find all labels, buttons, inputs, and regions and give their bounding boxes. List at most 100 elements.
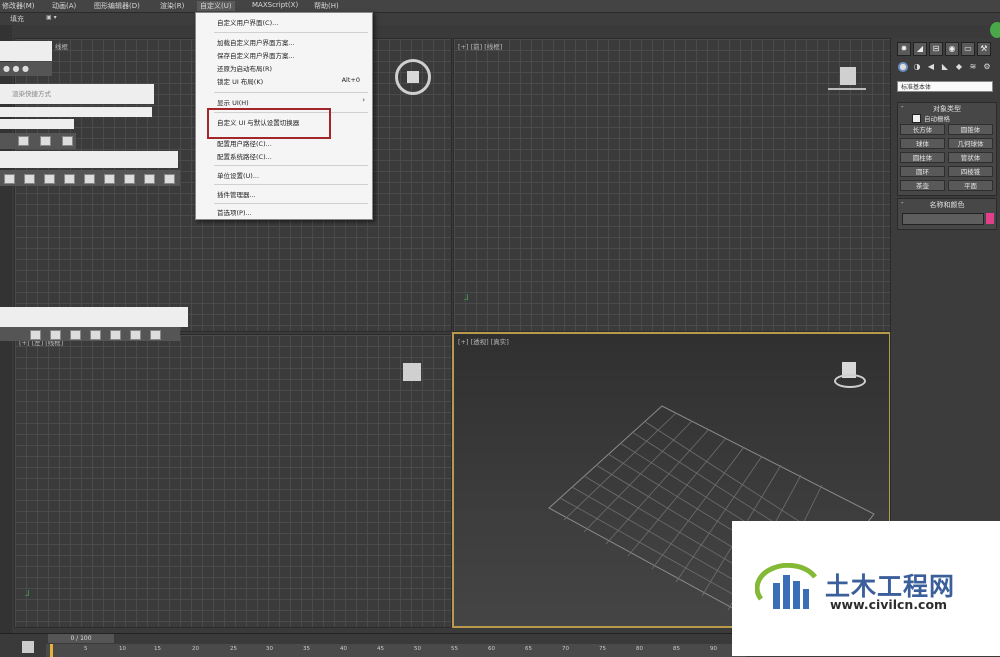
viewcube-icon[interactable] bbox=[395, 59, 431, 95]
ribbon-bar: 填充 ▣ ▾ bbox=[0, 13, 1000, 25]
cone-button[interactable]: 圆锥体 bbox=[948, 124, 993, 135]
tool-row bbox=[0, 133, 76, 149]
tube-button[interactable]: 管状体 bbox=[948, 152, 993, 163]
sphere-button[interactable]: 球体 bbox=[900, 138, 945, 149]
tick-label: 60 bbox=[488, 646, 495, 652]
time-ruler[interactable]: 5 10 15 20 25 30 35 40 45 50 55 60 65 70… bbox=[46, 644, 746, 657]
lights-icon[interactable]: ◀ bbox=[926, 62, 936, 72]
shapes-icon[interactable]: ◑ bbox=[912, 62, 922, 72]
submenu-arrow-icon: › bbox=[362, 96, 365, 104]
motion-tab-icon[interactable]: ◉ bbox=[945, 42, 959, 56]
create-tab-icon[interactable]: ✹ bbox=[897, 42, 911, 56]
rollout-object-type: - 对象类型 自动栅格 长方体 圆锥体 球体 几何球体 圆柱体 管状体 圆环 四… bbox=[897, 102, 997, 196]
floating-panel bbox=[0, 41, 52, 61]
eye-icon[interactable]: ▣ ▾ bbox=[46, 14, 57, 21]
dropdown-field[interactable] bbox=[0, 107, 152, 117]
toolbar-row bbox=[0, 170, 180, 186]
viewcube-icon[interactable] bbox=[840, 67, 856, 85]
viewport-front[interactable]: [+] [前] [线框] ⅃ bbox=[453, 38, 891, 332]
viewport-label[interactable]: [+] [前] [线框] bbox=[458, 41, 502, 51]
axis-gizmo-icon: ⅃ bbox=[25, 589, 30, 598]
teapot-button[interactable]: 茶壶 bbox=[900, 180, 945, 191]
helpers-icon[interactable]: ◆ bbox=[954, 62, 964, 72]
viewport-label[interactable]: 线框 bbox=[55, 41, 68, 51]
tick-label: 45 bbox=[377, 646, 384, 652]
menu-customize[interactable]: 自定义(U) bbox=[197, 1, 235, 11]
systems-icon[interactable]: ⚙ bbox=[982, 62, 992, 72]
tick-label: 75 bbox=[599, 646, 606, 652]
rollout-name-color: - 名称和颜色 bbox=[897, 198, 997, 230]
tick-label: 70 bbox=[562, 646, 569, 652]
axis-gizmo-icon: ⅃ bbox=[464, 293, 469, 302]
tick-label: 15 bbox=[154, 646, 161, 652]
tick-label: 55 bbox=[451, 646, 458, 652]
torus-button[interactable]: 圆环 bbox=[900, 166, 945, 177]
autogrid-checkbox[interactable] bbox=[912, 114, 921, 123]
mini-listener-icon[interactable] bbox=[22, 641, 34, 653]
plane-button[interactable]: 平面 bbox=[948, 180, 993, 191]
menu-item-units-setup[interactable]: 单位设置(U)... bbox=[217, 170, 259, 180]
watermark-url: www.civilcn.com bbox=[830, 597, 948, 612]
menu-item-system-paths[interactable]: 配置系统路径(C)... bbox=[217, 151, 272, 161]
lock-ui-shortcut: Alt+0 bbox=[341, 76, 360, 84]
hierarchy-tab-icon[interactable]: ⊟ bbox=[929, 42, 943, 56]
geosphere-button[interactable]: 几何球体 bbox=[948, 138, 993, 149]
civilcn-logo-icon bbox=[755, 563, 817, 609]
menu-item-lock-ui[interactable]: 锁定 UI 布局(K) bbox=[217, 76, 263, 86]
render-shortcut-label[interactable]: 渲染快捷方式 bbox=[12, 88, 51, 98]
box-button[interactable]: 长方体 bbox=[900, 124, 945, 135]
tick-label: 30 bbox=[266, 646, 273, 652]
floating-panel bbox=[0, 151, 178, 168]
menu-item-plugin-manager[interactable]: 插件管理器... bbox=[217, 189, 256, 199]
tick-label: 25 bbox=[230, 646, 237, 652]
menu-item-preferences[interactable]: 首选项(P)... bbox=[217, 207, 252, 217]
frame-counter[interactable]: 0 / 100 bbox=[48, 634, 114, 643]
toolbar-row bbox=[0, 327, 180, 341]
spacewarps-icon[interactable]: ≋ bbox=[968, 62, 978, 72]
cylinder-button[interactable]: 圆柱体 bbox=[900, 152, 945, 163]
viewcube-icon[interactable] bbox=[403, 363, 421, 381]
category-dropdown[interactable]: 标准基本体 bbox=[897, 81, 993, 92]
menu-graph-editors[interactable]: 图形编辑器(D) bbox=[94, 1, 140, 11]
tick-label: 90 bbox=[710, 646, 717, 652]
display-tab-icon[interactable]: ▭ bbox=[961, 42, 975, 56]
menu-item-user-paths[interactable]: 配置用户路径(C)... bbox=[217, 138, 272, 148]
status-indicator bbox=[990, 22, 1000, 38]
render-shortcut-panel: 渲染快捷方式 bbox=[0, 84, 154, 104]
menu-help[interactable]: 帮助(H) bbox=[314, 1, 339, 11]
menu-item-load-ui-scheme[interactable]: 加载自定义用户界面方案... bbox=[217, 37, 295, 47]
small-field[interactable] bbox=[0, 119, 74, 129]
pyramid-button[interactable]: 四棱锥 bbox=[948, 166, 993, 177]
viewport-left[interactable]: [+] [左] [线框] ⅃ bbox=[14, 334, 452, 628]
time-slider-handle[interactable] bbox=[50, 644, 53, 657]
watermark: 土木工程网 www.civilcn.com bbox=[732, 521, 1000, 656]
floating-panel bbox=[0, 307, 188, 327]
viewcube-icon[interactable] bbox=[834, 362, 866, 392]
tick-label: 50 bbox=[414, 646, 421, 652]
geometry-icon[interactable]: ● bbox=[898, 62, 908, 72]
tick-label: 20 bbox=[192, 646, 199, 652]
menu-modifiers[interactable]: 修改器(M) bbox=[2, 1, 35, 11]
rollout-title[interactable]: 名称和颜色 bbox=[898, 200, 996, 210]
utilities-tab-icon[interactable]: ⚒ bbox=[977, 42, 991, 56]
tick-label: 40 bbox=[340, 646, 347, 652]
menu-maxscript[interactable]: MAXScript(X) bbox=[252, 1, 298, 9]
menu-item-revert-startup[interactable]: 还原为启动布局(R) bbox=[217, 63, 272, 73]
menu-animation[interactable]: 动画(A) bbox=[52, 1, 76, 11]
highlight-box bbox=[207, 108, 331, 139]
cameras-icon[interactable]: ◣ bbox=[940, 62, 950, 72]
object-color-swatch[interactable] bbox=[986, 213, 994, 224]
tick-label: 65 bbox=[525, 646, 532, 652]
object-name-field[interactable] bbox=[902, 213, 984, 225]
tick-label: 35 bbox=[303, 646, 310, 652]
fill-label[interactable]: 填充 bbox=[10, 14, 24, 24]
menu-item-customize-ui[interactable]: 自定义用户界面(C)... bbox=[217, 17, 278, 27]
menu-rendering[interactable]: 渲染(R) bbox=[160, 1, 184, 11]
modify-tab-icon[interactable]: ◢ bbox=[913, 42, 927, 56]
tick-label: 5 bbox=[84, 646, 88, 652]
autogrid-label: 自动栅格 bbox=[924, 115, 950, 123]
tick-label: 80 bbox=[636, 646, 643, 652]
menu-item-show-ui[interactable]: 显示 UI(H) bbox=[217, 97, 249, 107]
tick-label: 10 bbox=[119, 646, 126, 652]
menu-item-save-ui-scheme[interactable]: 保存自定义用户界面方案... bbox=[217, 50, 295, 60]
